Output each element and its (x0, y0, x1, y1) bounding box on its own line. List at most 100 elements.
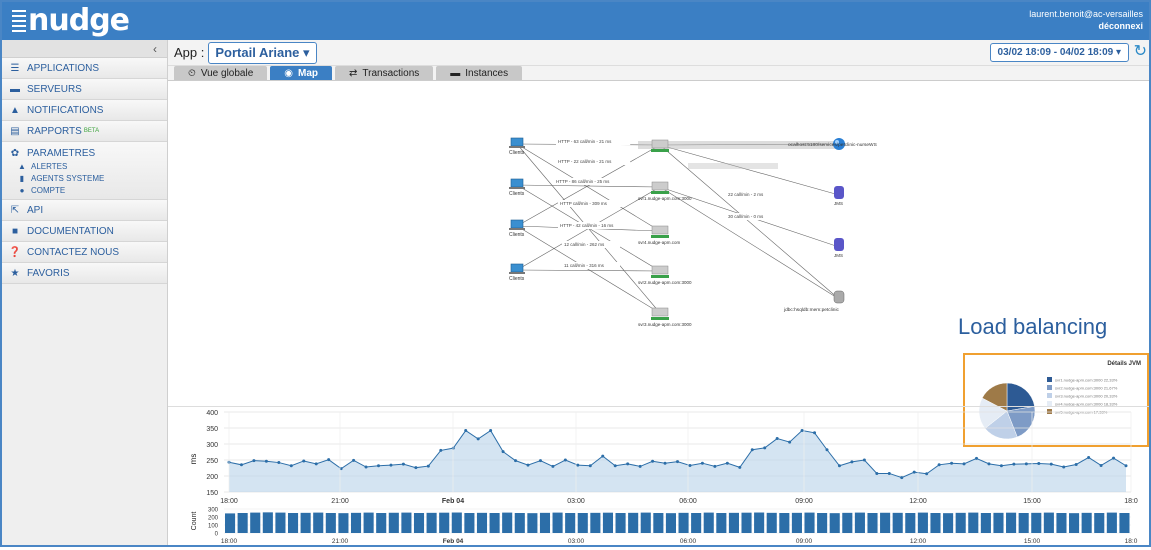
tab-instances[interactable]: ▬ Instances (436, 66, 523, 80)
data-point (314, 462, 318, 466)
server-label: svr1.nudge-apm.com:3000 (638, 196, 692, 201)
count-bar (401, 512, 412, 533)
app-selector[interactable]: Portail Ariane ▾ (208, 41, 317, 64)
sidebar-item-label: PARAMETRES (27, 147, 96, 159)
logo-bars-icon (12, 10, 26, 32)
sidebar-item-notifications[interactable]: ▲ NOTIFICATIONS (2, 100, 167, 121)
y-tick-label: 150 (206, 490, 218, 497)
count-bar (590, 512, 601, 533)
count-bar (250, 512, 261, 533)
y-axis-label: Count (191, 512, 198, 531)
count-bar (388, 512, 399, 533)
logout-link[interactable]: déconnexi (1029, 20, 1143, 32)
sidebar-item-serveurs[interactable]: ▬ SERVEURS (2, 79, 167, 100)
sidebar-subitem-compte[interactable]: ● COMPTE (8, 184, 167, 196)
data-point (875, 471, 879, 475)
app-bar: App : Portail Ariane ▾ 03/02 18:09 - 04/… (168, 40, 1149, 66)
data-point (414, 466, 418, 470)
data-point (302, 459, 306, 463)
client-label: Clients (509, 191, 525, 197)
data-point (900, 476, 904, 480)
logo-text: nudge (28, 3, 130, 38)
tab-label: Map (298, 67, 318, 79)
question-icon: ❓ (8, 246, 22, 258)
count-bar (313, 512, 324, 533)
user-icon: ● (19, 185, 25, 195)
service-map[interactable]: HTTP - 63 call/min - 21 ms HTTP - 22 call… (168, 80, 1149, 447)
sidebar-item-parametres[interactable]: ✿ PARAMETRES (8, 146, 167, 160)
clock-icon: ⏲ (188, 67, 196, 79)
collapse-sidebar-button[interactable]: ‹ (2, 40, 167, 58)
report-icon: ▤ (10, 125, 20, 137)
count-bar (1106, 512, 1117, 533)
x-tick-label: 12:00 (910, 538, 927, 545)
count-bar (993, 512, 1004, 533)
data-point (975, 456, 978, 460)
count-bar (943, 513, 954, 533)
count-bar (502, 512, 513, 533)
edge-label: 12 call/min - 262 ms (564, 242, 605, 247)
sidebar-subitem-alertes[interactable]: ▲ ALERTES (8, 160, 167, 172)
y-tick-label: 200 (206, 474, 218, 481)
x-tick-label: 21:00 (331, 498, 349, 505)
laptop-icon (510, 263, 524, 273)
sidebar-item-contactez-nous[interactable]: ❓ CONTACTEZ NOUS (2, 242, 167, 263)
server-icon (651, 225, 669, 235)
star-icon: ★ (10, 267, 20, 279)
data-point (638, 464, 642, 468)
map-edge-blur (688, 163, 778, 169)
tab-vue-globale[interactable]: ⏲ Vue globale (174, 66, 268, 80)
x-tick-label: 06:00 (679, 498, 697, 505)
data-point (352, 458, 356, 462)
sidebar-subitem-agents-systeme[interactable]: ▮ AGENTS SYSTEME (8, 172, 167, 184)
sidebar-item-applications[interactable]: ☰ APPLICATIONS (2, 58, 167, 79)
edge-label: HTTP call/min - 309 ms (560, 201, 608, 206)
sidebar-item-favoris[interactable]: ★ FAVORIS (2, 263, 167, 284)
sidebar-item-label: API (27, 204, 44, 216)
count-bar (225, 513, 236, 533)
data-point (1099, 463, 1103, 467)
x-tick-label: 03:00 (568, 538, 585, 545)
data-point (476, 437, 480, 441)
data-point (501, 450, 505, 454)
data-point (1074, 462, 1078, 466)
data-point (713, 464, 717, 468)
count-bar (829, 513, 840, 533)
tab-map[interactable]: ◉ Map (270, 66, 332, 80)
data-point (688, 463, 692, 467)
data-point (538, 459, 542, 463)
client-label: Clients (509, 150, 525, 156)
count-bar (754, 512, 765, 533)
bar-chart-icon: ▮ (19, 173, 25, 183)
server-health-bar (651, 235, 669, 238)
warning-icon: ▲ (18, 161, 26, 171)
data-point (850, 460, 854, 464)
data-point (1024, 462, 1028, 466)
refresh-icon[interactable]: ↻ (1134, 43, 1147, 61)
data-point (613, 464, 617, 468)
nudge-logo[interactable]: nudge (12, 3, 130, 38)
jms-label: JMS (834, 201, 843, 206)
count-bar (804, 512, 815, 533)
count-bar (1043, 512, 1054, 533)
count-bar (275, 512, 286, 533)
data-point (925, 472, 929, 476)
data-point (377, 464, 380, 468)
count-bar (766, 512, 777, 533)
pie-legend-label: svr3.nudge-apm.com:3000 20,33% (1055, 394, 1118, 399)
edge-label: HTTP - 63 call/min - 21 ms (558, 139, 612, 144)
client-label: Clients (509, 232, 525, 238)
sidebar-item-documentation[interactable]: ■ DOCUMENTATION (2, 221, 167, 242)
data-point (1087, 455, 1091, 459)
data-point (364, 465, 368, 469)
sidebar: ‹ ☰ APPLICATIONS ▬ SERVEURS ▲ NOTIFICATI… (2, 40, 168, 545)
laptop-base (509, 272, 525, 274)
server-icon (651, 265, 669, 275)
count-bar (905, 513, 916, 533)
sidebar-item-api[interactable]: ⇱ API (2, 200, 167, 221)
sidebar-item-rapports[interactable]: ▤ RAPPORTS BETA (2, 121, 167, 142)
tab-transactions[interactable]: ⇄ Transactions (335, 66, 434, 80)
tab-label: Transactions (362, 67, 420, 79)
date-range-selector[interactable]: 03/02 18:09 - 04/02 18:09 ▾ (989, 43, 1129, 62)
data-point (588, 464, 592, 468)
